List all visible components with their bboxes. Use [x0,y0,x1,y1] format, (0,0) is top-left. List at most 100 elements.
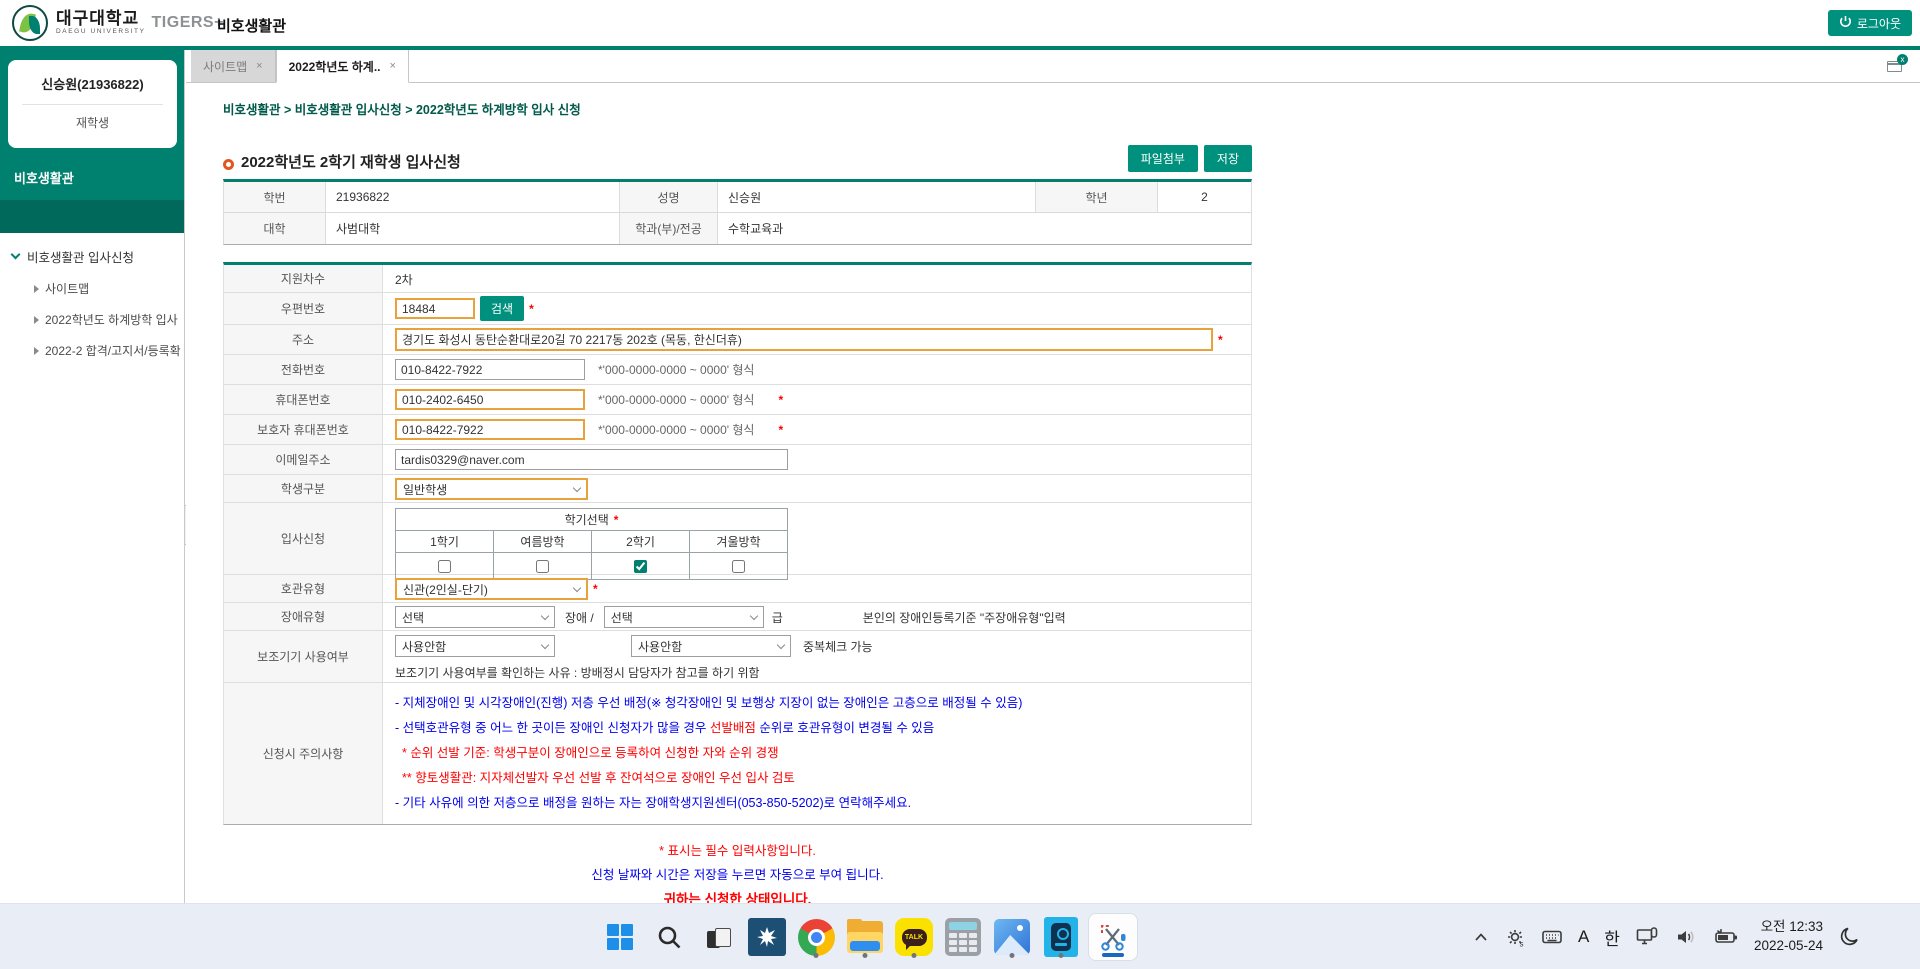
system-tray: s A 한 오전 12:33 2022-05-24 [1472,904,1920,969]
dept-label: 학과(부)/전공 [620,213,718,244]
round-label: 지원차수 [224,265,383,292]
sidebar-section-title[interactable]: 비호생활관 [14,168,74,187]
tab-sitemap[interactable]: 사이트맵 × [191,50,276,82]
form-content: 2022학년도 2학기 재학생 입사신청 파일첨부 저장 학번 21936822… [223,145,1252,908]
sidebar-item-label: 2022학년도 하계방학 입사 [45,313,178,327]
sidebar-item-summer-application[interactable]: 2022학년도 하계방학 입사 [34,311,184,328]
sidebar: 신승원(21936822) 재학생 비호생활관 비호생활관 입사신청 사이트맵 … [0,50,185,903]
file-explorer-icon[interactable] [843,913,887,961]
required-asterisk: * [593,582,598,596]
battery-charging-icon[interactable] [1713,926,1739,948]
file-attach-button[interactable]: 파일첨부 [1127,145,1198,172]
student-name-label: 성명 [620,182,718,213]
calculator-icon[interactable] [941,913,985,961]
chevron-down-icon [10,249,21,260]
student-type-value: 일반학생 [403,482,448,497]
dorm-type-label: 호관유형 [224,575,383,602]
semester-1-checkbox[interactable] [438,559,451,573]
close-all-tabs-icon[interactable]: x [1887,54,1908,72]
aid-device-label: 보조기기 사용여부 [224,631,383,682]
summer-checkbox[interactable] [536,559,549,573]
aid-device-value-2: 사용안함 [638,639,683,654]
aid-device-select-1[interactable]: 사용안함 [395,635,555,657]
disability-type-select[interactable]: 선택 [395,606,555,628]
sidebar-item-sitemap[interactable]: 사이트맵 [34,280,184,297]
top-header: 대구대학교 DAEGU UNIVERSITY TIGERS+ 비호생활관 로그아… [0,0,1920,46]
photos-icon[interactable] [990,913,1034,961]
zipcode-search-button[interactable]: 검색 [480,296,525,321]
notice-label: 신청시 주의사항 [224,683,383,824]
triangle-right-icon [34,315,39,324]
chevron-down-icon [540,611,550,620]
touch-keyboard-icon[interactable] [1541,926,1563,948]
certificate-app-icon[interactable] [1039,913,1083,961]
logout-button[interactable]: 로그아웃 [1827,10,1912,36]
disability-type-value: 선택 [402,610,425,625]
user-status: 재학생 [75,116,110,130]
phone-input[interactable] [395,359,585,380]
sidebar-item-label: 사이트맵 [45,282,90,296]
auto-date-note: 신청 날짜와 시간은 저장을 누르면 자동으로 부여 됩니다. [591,868,884,882]
disability-grade-select[interactable]: 선택 [603,606,764,628]
required-asterisk: * [529,301,534,316]
sidebar-header: 신승원(21936822) 재학생 비호생활관 [0,50,184,200]
volume-icon[interactable] [1674,925,1698,949]
kakaotalk-icon[interactable]: TALK [892,913,936,961]
disability-type-label: 장애유형 [224,603,383,630]
required-asterisk: * [613,512,619,527]
aid-device-value-1: 사용안함 [402,639,447,654]
required-asterisk: * [1218,332,1223,347]
breadcrumb: 비호생활관 > 비호생활관 입사신청 > 2022학년도 하계방학 입사 신청 [223,103,581,117]
tab-summer-application[interactable]: 2022학년도 하계.. × [275,50,409,83]
tray-chevron-up-icon[interactable] [1472,928,1490,946]
logout-label: 로그아웃 [1856,16,1901,31]
phone-format-hint: *'000-0000-0000 ~ 0000' 형식 [598,363,755,377]
sidebar-item-result-bill[interactable]: 2022-2 합격/고지서/등록확 [34,342,184,359]
ink-app-icon[interactable] [745,913,789,961]
mobile-format-hint: *'000-0000-0000 ~ 0000' 형식 [598,393,755,407]
ime-latin-indicator[interactable]: A [1578,927,1589,947]
email-input[interactable] [395,449,788,470]
network-display-icon[interactable] [1635,925,1659,949]
student-name-value: 신승원 [718,182,1036,213]
disability-mid-text: 장애 / [565,610,594,625]
semester-2-checkbox[interactable] [634,559,647,573]
focus-assist-moon-icon[interactable] [1838,925,1862,949]
taskbar-clock[interactable]: 오전 12:33 2022-05-24 [1754,918,1823,956]
ime-settings-gear-icon[interactable]: s [1505,927,1526,948]
snipping-tool-icon[interactable] [1088,913,1138,961]
aid-device-select-2[interactable]: 사용안함 [631,635,791,657]
start-button-icon[interactable] [598,913,642,961]
zipcode-input[interactable] [395,298,475,319]
dorm-type-select[interactable]: 신관(2인실-단기) [395,578,588,600]
dorm-type-value: 신관(2인실-단기) [403,582,488,597]
disability-note: 본인의 장애인등록기준 "주장애유형"입력 [862,610,1066,625]
semester-1-label: 1학기 [396,531,493,553]
guardian-mobile-input[interactable] [395,419,585,440]
triangle-right-icon [34,284,39,293]
chevron-down-icon [572,483,582,492]
winter-label: 겨울방학 [690,531,787,553]
main-area: 사이트맵 × 2022학년도 하계.. × x 비호생활관 > 비호생활관 입사… [186,50,1920,907]
notice-line-5: - 기타 사유에 의한 저층으로 배정을 원하는 자는 장애학생지원센터(053… [395,796,912,810]
winter-checkbox[interactable] [732,559,745,573]
student-type-select[interactable]: 일반학생 [395,478,588,500]
menu-root-dorm-application[interactable]: 비호생활관 입사신청 [10,247,184,266]
chrome-icon[interactable] [794,913,838,961]
search-icon[interactable] [647,913,691,961]
university-name: 대구대학교 [56,9,140,29]
chevron-down-icon [572,583,582,592]
app-title: 비호생활관 [217,18,287,35]
notice-line-2: - 선택호관유형 중 어느 한 곳이든 장애인 신청자가 많을 경우 선발배점 … [395,721,935,735]
application-form-table: 지원차수 2차 우편번호 검색 * 주소 * 전화번호 [223,262,1252,825]
address-input[interactable] [395,328,1213,351]
mobile-input[interactable] [395,389,585,410]
tigers-brand: TIGERS+ [151,14,224,31]
ime-korean-indicator[interactable]: 한 [1604,925,1620,950]
tab-close-icon[interactable]: × [390,60,396,72]
chevron-down-icon [776,640,786,649]
tab-close-icon[interactable]: × [256,60,262,72]
task-view-icon[interactable] [696,913,740,961]
aid-reason-note: 보조기기 사용여부를 확인하는 사유 : 방배정시 담당자가 참고를 하기 위함 [395,666,760,680]
save-button[interactable]: 저장 [1203,145,1252,172]
